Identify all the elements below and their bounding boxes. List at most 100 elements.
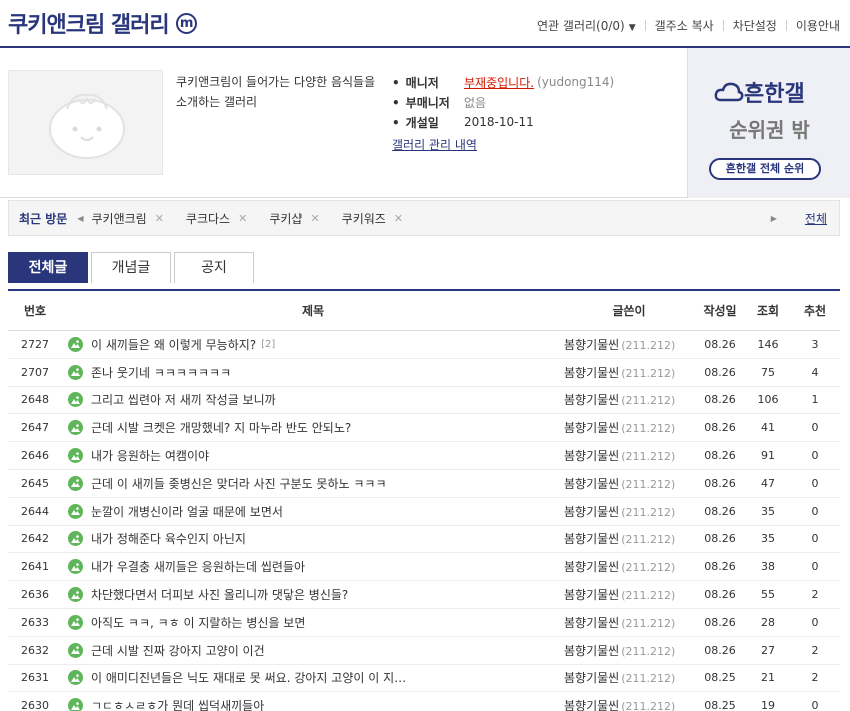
management-history-link[interactable]: 갤러리 관리 내역 [392, 136, 477, 153]
table-row[interactable]: 2641 내가 우결충 새끼들은 응원하는데 씹련들아 봄향기물씬 (211.212)… [8, 553, 840, 582]
post-writer[interactable]: 봄향기물씬 (211.212) [564, 586, 694, 603]
post-writer[interactable]: 봄향기물씬 (211.212) [564, 336, 694, 353]
gallery-title-text[interactable]: 쿠키앤크림 갤러리 [8, 7, 170, 39]
table-row[interactable]: 2645 근데 이 새끼들 좆병신은 맞더라 사진 구분도 못하노 ㅋㅋㅋ 봄향기물… [8, 470, 840, 498]
close-icon[interactable]: ✕ [155, 212, 164, 225]
tab-all[interactable]: 전체글 [8, 252, 88, 283]
post-title[interactable]: 존나 웃기네 ㅋㅋㅋㅋㅋㅋㅋ [91, 364, 231, 381]
post-writer[interactable]: 봄향기물씬 (211.212) [564, 447, 694, 464]
writer-nickname[interactable]: 봄향기물씬 [564, 616, 619, 630]
post-title[interactable]: 내가 응원하는 여캠이야 [91, 447, 209, 464]
post-title[interactable]: 이 애미디진년들은 닉도 재대로 못 써요. 강아지 고양이 이 지… [91, 669, 406, 686]
post-title[interactable]: 근데 시발 진짜 강아지 고양이 이건 [91, 642, 265, 659]
writer-nickname[interactable]: 봄향기물씬 [564, 338, 619, 352]
close-icon[interactable]: ✕ [310, 212, 319, 225]
writer-nickname[interactable]: 봄향기물씬 [564, 393, 619, 407]
post-title-cell[interactable]: 이 새끼들은 왜 이렇게 무능하지? [2] [62, 336, 564, 353]
post-title-cell[interactable]: 그리고 씹련아 저 새끼 작성글 보니까 [62, 391, 564, 408]
close-icon[interactable]: ✕ [394, 212, 403, 225]
tab-concept[interactable]: 개념글 [91, 252, 171, 283]
post-title[interactable]: ㄱㄷㅎㅅㄹㅎ가 뭔데 씹덕새끼들아 [91, 697, 264, 711]
writer-nickname[interactable]: 봄향기물씬 [564, 532, 619, 546]
post-writer[interactable]: 봄향기물씬 (211.212) [564, 391, 694, 408]
table-row[interactable]: 2642 내가 정해준다 육수인지 아닌지 봄향기물씬 (211.212) 08.26 3… [8, 526, 840, 554]
post-title-cell[interactable]: 아직도 ㅋㅋ, ㅋㅎ 이 지랄하는 병신을 보면 [62, 614, 564, 631]
recent-item[interactable]: 쿠키샵 [269, 210, 302, 227]
comment-count[interactable]: [2] [261, 339, 275, 350]
caret-down-icon[interactable]: ▼ [629, 23, 636, 33]
post-title-cell[interactable]: 눈깔이 개병신이라 얼굴 때문에 보면서 [62, 503, 564, 520]
tab-notice[interactable]: 공지 [174, 252, 254, 283]
post-writer[interactable]: 봄향기물씬 (211.212) [564, 530, 694, 547]
gallery-description: 쿠키앤크림이 들어가는 다양한 음식들을 소개하는 갤러리 [176, 75, 376, 109]
post-title-cell[interactable]: 이 애미디진년들은 닉도 재대로 못 써요. 강아지 고양이 이 지… [62, 669, 564, 686]
post-title-cell[interactable]: 내가 응원하는 여캠이야 [62, 447, 564, 464]
related-gallery-dropdown[interactable]: 연관 갤러리(0/0) ▼ [537, 17, 636, 34]
recent-item[interactable]: 쿠크다스 [186, 210, 230, 227]
post-title[interactable]: 아직도 ㅋㅋ, ㅋㅎ 이 지랄하는 병신을 보면 [91, 614, 305, 631]
close-icon[interactable]: ✕ [238, 212, 247, 225]
gallery-info: 쿠키앤크림이 들어가는 다양한 음식들을 소개하는 갤러리 매니저 부재중입니다… [0, 48, 850, 198]
post-writer[interactable]: 봄향기물씬 (211.212) [564, 475, 694, 492]
post-title-cell[interactable]: 내가 정해준다 육수인지 아닌지 [62, 530, 564, 547]
writer-ip: (211.212) [621, 589, 676, 603]
full-rank-button[interactable]: 흔한갤 전체 순위 [709, 158, 821, 180]
writer-ip: (211.212) [621, 672, 676, 686]
table-row[interactable]: 2707 존나 웃기네 ㅋㅋㅋㅋㅋㅋㅋ 봄향기물씬 (211.212) 08.26 75 4 [8, 359, 840, 387]
writer-nickname[interactable]: 봄향기물씬 [564, 671, 619, 685]
post-title[interactable]: 내가 우결충 새끼들은 응원하는데 씹련들아 [91, 558, 305, 575]
view-all-link[interactable]: 전체 [805, 210, 827, 227]
writer-nickname[interactable]: 봄향기물씬 [564, 699, 619, 711]
post-title-cell[interactable]: 근데 시발 크켓은 개망했네? 지 마누라 반도 안되노? [62, 419, 564, 436]
table-row[interactable]: 2631 이 애미디진년들은 닉도 재대로 못 써요. 강아지 고양이 이 지… 봄… [8, 665, 840, 693]
recent-item[interactable]: 쿠키앤크림 [92, 210, 147, 227]
post-writer[interactable]: 봄향기물씬 (211.212) [564, 697, 694, 711]
post-writer[interactable]: 봄향기물씬 (211.212) [564, 642, 694, 659]
writer-nickname[interactable]: 봄향기물씬 [564, 477, 619, 491]
table-row[interactable]: 2632 근데 시발 진짜 강아지 고양이 이건 봄향기물씬 (211.212) 08.… [8, 637, 840, 665]
writer-nickname[interactable]: 봄향기물씬 [564, 560, 619, 574]
table-row[interactable]: 2633 아직도 ㅋㅋ, ㅋㅎ 이 지랄하는 병신을 보면 봄향기물씬 (211.21… [8, 609, 840, 637]
post-title[interactable]: 눈깔이 개병신이라 얼굴 때문에 보면서 [91, 503, 283, 520]
post-title[interactable]: 그리고 씹련아 저 새끼 작성글 보니까 [91, 391, 276, 408]
post-title[interactable]: 차단했다면서 더피보 사진 올리니까 댓닿은 병신들? [91, 586, 348, 603]
post-writer[interactable]: 봄향기물씬 (211.212) [564, 614, 694, 631]
post-title[interactable]: 근데 시발 크켓은 개망했네? 지 마누라 반도 안되노? [91, 419, 351, 436]
recent-item[interactable]: 쿠키워즈 [342, 210, 386, 227]
block-settings-link[interactable]: 차단설정 [733, 17, 777, 34]
post-writer[interactable]: 봄향기물씬 (211.212) [564, 558, 694, 575]
manager-link[interactable]: 부재중입니다. [464, 74, 534, 91]
post-title[interactable]: 이 새끼들은 왜 이렇게 무능하지? [91, 336, 256, 353]
post-title-cell[interactable]: 근데 시발 진짜 강아지 고양이 이건 [62, 642, 564, 659]
writer-nickname[interactable]: 봄향기물씬 [564, 644, 619, 658]
post-writer[interactable]: 봄향기물씬 (211.212) [564, 503, 694, 520]
next-arrow-icon[interactable]: ▶ [771, 214, 777, 223]
post-title-cell[interactable]: 존나 웃기네 ㅋㅋㅋㅋㅋㅋㅋ [62, 364, 564, 381]
post-title-cell[interactable]: 차단했다면서 더피보 사진 올리니까 댓닿은 병신들? [62, 586, 564, 603]
post-title-cell[interactable]: 내가 우결충 새끼들은 응원하는데 씹련들아 [62, 558, 564, 575]
table-row[interactable]: 2630 ㄱㄷㅎㅅㄹㅎ가 뭔데 씹덕새끼들아 봄향기물씬 (211.212) 08.25… [8, 692, 840, 711]
writer-nickname[interactable]: 봄향기물씬 [564, 366, 619, 380]
post-writer[interactable]: 봄향기물씬 (211.212) [564, 419, 694, 436]
table-row[interactable]: 2644 눈깔이 개병신이라 얼굴 때문에 보면서 봄향기물씬 (211.212) 08… [8, 498, 840, 526]
writer-nickname[interactable]: 봄향기물씬 [564, 505, 619, 519]
post-writer[interactable]: 봄향기물씬 (211.212) [564, 364, 694, 381]
copy-address-link[interactable]: 갤주소 복사 [655, 17, 714, 34]
gallery-title[interactable]: 쿠키앤크림 갤러리 m [8, 7, 197, 39]
table-row[interactable]: 2727 이 새끼들은 왜 이렇게 무능하지? [2] 봄향기물씬 (211.212) 0… [8, 331, 840, 359]
related-gallery-label[interactable]: 연관 갤러리(0/0) [537, 19, 625, 33]
post-writer[interactable]: 봄향기물씬 (211.212) [564, 669, 694, 686]
post-title[interactable]: 내가 정해준다 육수인지 아닌지 [91, 530, 246, 547]
usage-guide-link[interactable]: 이용안내 [796, 17, 840, 34]
writer-nickname[interactable]: 봄향기물씬 [564, 449, 619, 463]
table-row[interactable]: 2646 내가 응원하는 여캠이야 봄향기물씬 (211.212) 08.26 91 0 [8, 442, 840, 470]
post-title-cell[interactable]: 근데 이 새끼들 좆병신은 맞더라 사진 구분도 못하노 ㅋㅋㅋ [62, 475, 564, 492]
writer-nickname[interactable]: 봄향기물씬 [564, 421, 619, 435]
table-row[interactable]: 2647 근데 시발 크켓은 개망했네? 지 마누라 반도 안되노? 봄향기물씬 (2… [8, 414, 840, 443]
writer-nickname[interactable]: 봄향기물씬 [564, 588, 619, 602]
post-title-cell[interactable]: ㄱㄷㅎㅅㄹㅎ가 뭔데 씹덕새끼들아 [62, 697, 564, 711]
post-title[interactable]: 근데 이 새끼들 좆병신은 맞더라 사진 구분도 못하노 ㅋㅋㅋ [91, 475, 386, 492]
table-row[interactable]: 2648 그리고 씹련아 저 새끼 작성글 보니까 봄향기물씬 (211.212) 08… [8, 387, 840, 415]
table-row[interactable]: 2636 차단했다면서 더피보 사진 올리니까 댓닿은 병신들? 봄향기물씬 (211… [8, 581, 840, 609]
prev-arrow-icon[interactable]: ◀ [77, 214, 83, 223]
